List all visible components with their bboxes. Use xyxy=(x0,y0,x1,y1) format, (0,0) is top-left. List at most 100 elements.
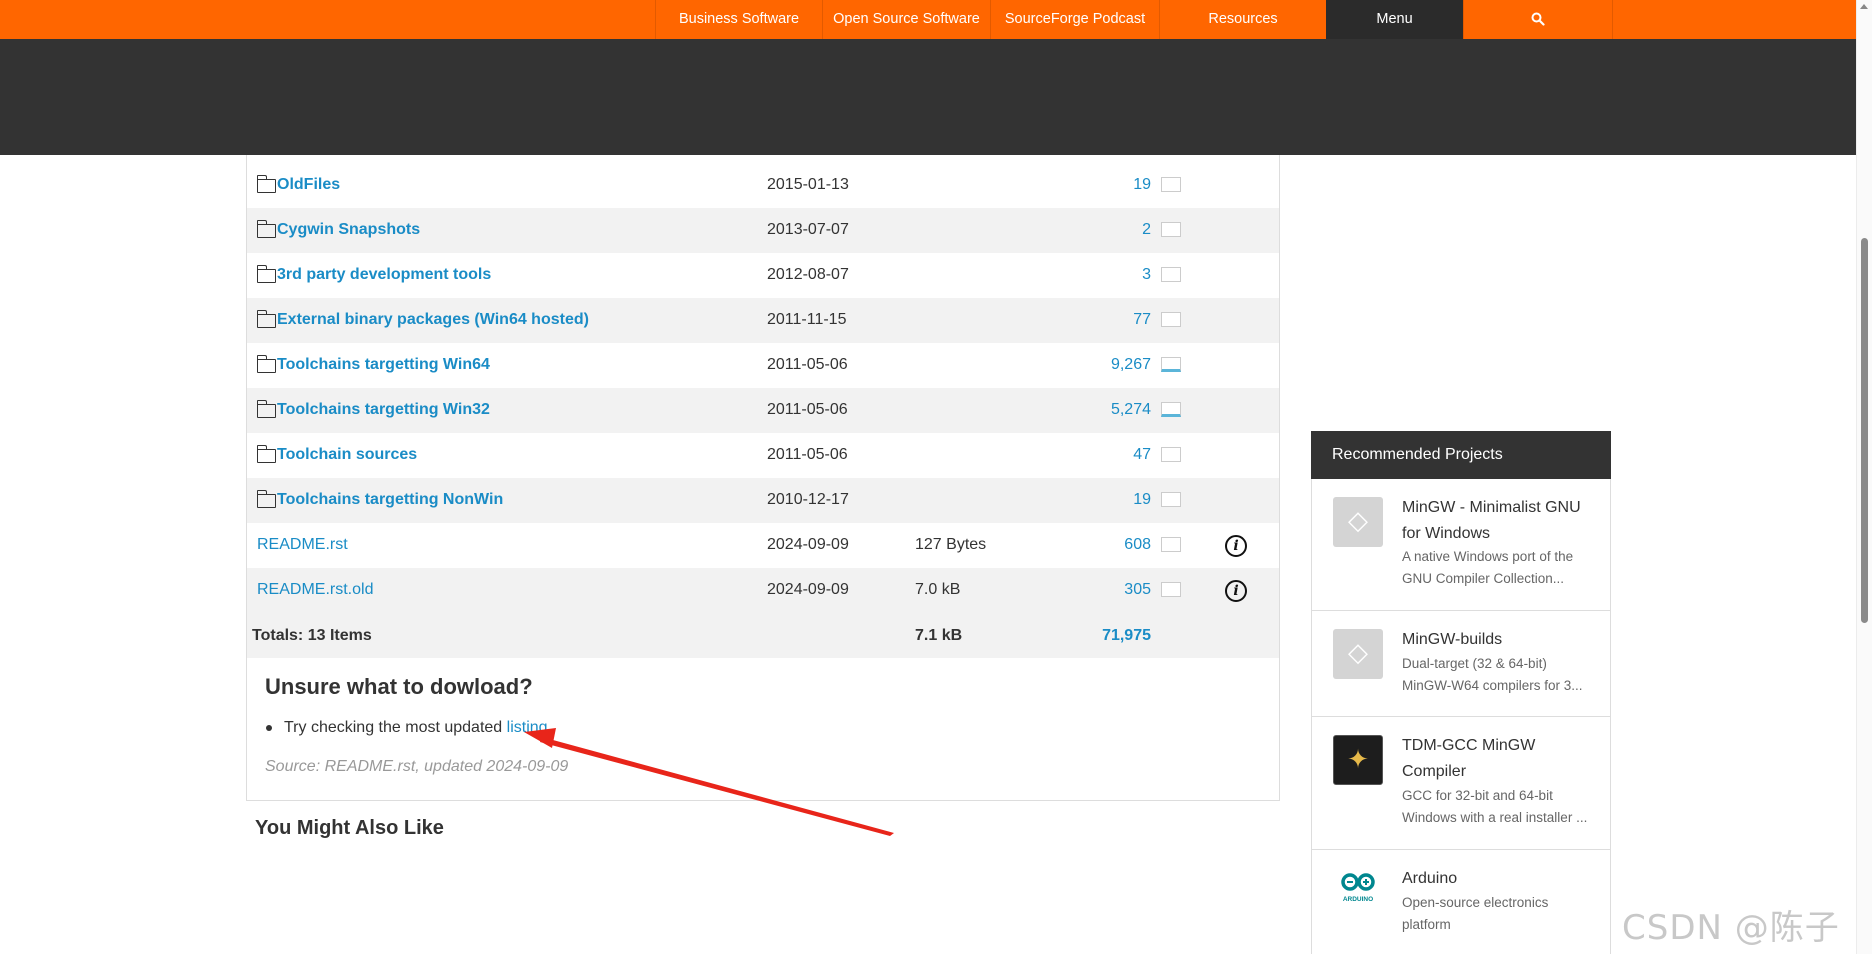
file-date: 2012-08-07 xyxy=(767,266,849,283)
folder-link[interactable]: Cygwin Snapshots xyxy=(256,219,420,239)
file-date: 2024-09-09 xyxy=(767,581,849,598)
bullet-dot xyxy=(266,724,272,731)
download-sparkline xyxy=(1161,492,1181,507)
recommended-header: Recommended Projects xyxy=(1311,431,1611,479)
table-row[interactable]: Toolchain sources 2011-05-06 47 xyxy=(247,433,1279,478)
download-count[interactable]: 77 xyxy=(1133,311,1151,329)
totals-label: Totals: 13 Items xyxy=(252,627,372,644)
sourceforge-placeholder-icon xyxy=(1333,629,1383,679)
totals-downloads[interactable]: 71,975 xyxy=(1102,627,1151,645)
download-count[interactable]: 5,274 xyxy=(1111,401,1151,419)
download-sparkline xyxy=(1161,177,1181,192)
recommended-item[interactable]: TDM-GCC MinGW Compiler GCC for 32-bit an… xyxy=(1312,717,1610,850)
readme-bullet: Try checking the most updated listing xyxy=(266,719,548,737)
search-icon xyxy=(1531,12,1545,26)
file-date: 2011-11-15 xyxy=(767,311,847,328)
download-count[interactable]: 47 xyxy=(1133,446,1151,464)
file-date: 2013-07-07 xyxy=(767,221,849,238)
table-row[interactable]: Toolchains targetting Win32 2011-05-06 5… xyxy=(247,388,1279,433)
table-row[interactable]: Toolchains targetting Win64 2011-05-06 9… xyxy=(247,343,1279,388)
nav-menu[interactable]: Menu xyxy=(1326,0,1463,39)
download-sparkline xyxy=(1161,312,1181,327)
download-count[interactable]: 2 xyxy=(1142,221,1151,239)
nav-open-source-software[interactable]: Open Source Software xyxy=(822,0,990,39)
folder-icon xyxy=(256,219,276,238)
recommended-item[interactable]: ARDUINO Arduino Open-source electronics … xyxy=(1312,850,1610,954)
download-sparkline xyxy=(1161,582,1181,597)
download-sparkline xyxy=(1161,447,1181,462)
folder-icon xyxy=(256,399,276,418)
download-sparkline xyxy=(1161,222,1181,237)
nav-business-software[interactable]: Business Software xyxy=(655,0,822,39)
file-date: 2024-09-09 xyxy=(767,536,849,553)
download-sparkline xyxy=(1161,267,1181,282)
table-row[interactable]: README.rst 2024-09-09 127 Bytes 608 i xyxy=(247,523,1279,568)
top-nav: Business Software Open Source Software S… xyxy=(0,0,1856,39)
file-date: 2011-05-06 xyxy=(767,356,848,373)
nav-search-button[interactable] xyxy=(1463,0,1613,39)
recommended-item[interactable]: MinGW - Minimalist GNU for Windows A nat… xyxy=(1312,479,1610,611)
download-count[interactable]: 19 xyxy=(1133,176,1151,194)
arduino-icon: ARDUINO xyxy=(1333,868,1383,918)
file-date: 2010-12-17 xyxy=(767,491,849,508)
download-count[interactable]: 19 xyxy=(1133,491,1151,509)
file-date: 2015-01-13 xyxy=(767,176,849,193)
file-size: 127 Bytes xyxy=(915,536,987,553)
header-band xyxy=(0,39,1856,155)
table-row[interactable]: OldFiles 2015-01-13 19 xyxy=(247,163,1279,208)
nav-sourceforge-podcast[interactable]: SourceForge Podcast xyxy=(990,0,1159,39)
folder-link[interactable]: 3rd party development tools xyxy=(256,264,491,284)
totals-size: 7.1 kB xyxy=(915,627,963,644)
recommended-title[interactable]: TDM-GCC MinGW Compiler xyxy=(1402,733,1597,785)
svg-text:ARDUINO: ARDUINO xyxy=(1343,896,1373,903)
nav-resources[interactable]: Resources xyxy=(1159,0,1326,39)
readme-bullet-text: Try checking the most updated xyxy=(284,719,507,736)
folder-icon xyxy=(256,489,276,508)
recommended-desc: GCC for 32-bit and 64-bit Windows with a… xyxy=(1402,788,1588,825)
folder-link[interactable]: Toolchains targetting Win32 xyxy=(256,399,490,419)
you-might-also-like-heading: You Might Also Like xyxy=(255,817,444,839)
download-count[interactable]: 608 xyxy=(1124,536,1151,554)
download-count[interactable]: 3 xyxy=(1142,266,1151,284)
folder-link[interactable]: Toolchains targetting Win64 xyxy=(256,354,490,374)
table-row[interactable]: README.rst.old 2024-09-09 7.0 kB 305 i xyxy=(247,568,1279,613)
recommended-title[interactable]: MinGW-builds xyxy=(1402,627,1597,653)
table-row[interactable]: Cygwin Snapshots 2013-07-07 2 xyxy=(247,208,1279,253)
table-row[interactable]: 3rd party development tools 2012-08-07 3 xyxy=(247,253,1279,298)
download-sparkline xyxy=(1161,537,1181,552)
recommended-title[interactable]: Arduino xyxy=(1402,866,1597,892)
tdm-gcc-icon xyxy=(1333,735,1383,785)
readme-source: Source: README.rst, updated 2024-09-09 xyxy=(265,758,569,775)
scroll-up-arrow-icon[interactable] xyxy=(1860,4,1868,9)
file-date: 2011-05-06 xyxy=(767,446,848,463)
folder-icon xyxy=(256,309,276,328)
download-sparkline xyxy=(1161,357,1181,372)
folder-icon xyxy=(256,444,276,463)
download-count[interactable]: 305 xyxy=(1124,581,1151,599)
file-date: 2011-05-06 xyxy=(767,401,848,418)
table-row[interactable]: External binary packages (Win64 hosted) … xyxy=(247,298,1279,343)
recommended-desc: A native Windows port of the GNU Compile… xyxy=(1402,549,1574,586)
download-count[interactable]: 9,267 xyxy=(1111,356,1151,374)
table-row[interactable]: Toolchains targetting NonWin 2010-12-17 … xyxy=(247,478,1279,523)
recommended-desc: Open-source electronics platform xyxy=(1402,895,1549,932)
file-link[interactable]: README.rst.old xyxy=(257,581,373,599)
scrollbar-thumb[interactable] xyxy=(1861,238,1868,623)
download-sparkline xyxy=(1161,402,1181,417)
folder-link[interactable]: Toolchains targetting NonWin xyxy=(256,489,503,509)
folder-icon xyxy=(256,354,276,373)
listing-link[interactable]: listing xyxy=(507,719,548,736)
info-icon[interactable]: i xyxy=(1225,580,1247,602)
watermark: CSDN @陈子迩 xyxy=(1622,908,1840,948)
folder-icon xyxy=(256,264,276,283)
recommended-item[interactable]: MinGW-builds Dual-target (32 & 64-bit) M… xyxy=(1312,611,1610,717)
folder-link[interactable]: OldFiles xyxy=(256,174,340,194)
file-size: 7.0 kB xyxy=(915,581,961,598)
recommended-desc: Dual-target (32 & 64-bit) MinGW-W64 comp… xyxy=(1402,656,1583,693)
info-icon[interactable]: i xyxy=(1225,535,1247,557)
folder-link[interactable]: External binary packages (Win64 hosted) xyxy=(256,309,589,329)
totals-row: Totals: 13 Items 7.1 kB 71,975 xyxy=(247,613,1279,658)
file-link[interactable]: README.rst xyxy=(257,536,348,554)
folder-link[interactable]: Toolchain sources xyxy=(256,444,417,464)
recommended-title[interactable]: MinGW - Minimalist GNU for Windows xyxy=(1402,495,1597,547)
